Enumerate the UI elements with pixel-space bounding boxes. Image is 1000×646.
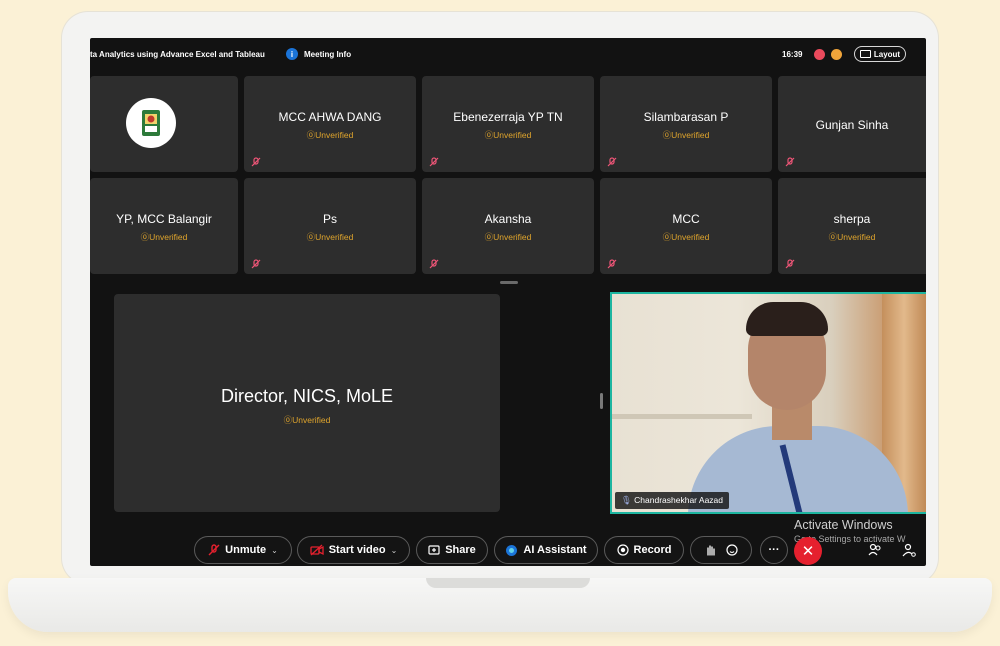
unmute-button[interactable]: Unmute ⌄ [194, 536, 292, 564]
meeting-clock: 16:39 [782, 50, 803, 59]
participant-video-tile[interactable]: 🎙 Chandrashekhar Aazad [610, 292, 926, 514]
share-label: Share [445, 544, 476, 556]
more-options-button[interactable]: ··· [760, 536, 788, 564]
participant-name: Gunjan Sinha [815, 118, 889, 132]
participants-icon[interactable] [866, 541, 884, 559]
participant-name: Ps [322, 212, 337, 226]
reactions-group[interactable] [690, 536, 752, 564]
participant-name: sherpa [833, 212, 871, 226]
active-speaker-status: ⓪Unverified [283, 415, 331, 425]
layout-label: Layout [873, 49, 901, 59]
more-options-label: ··· [768, 544, 780, 556]
participant-tile[interactable] [90, 76, 238, 172]
active-speaker-tile[interactable]: Director, NICS, MoLE ⓪Unverified [114, 294, 500, 512]
meeting-topbar: ta Analytics using Advance Excel and Tab… [90, 38, 926, 74]
meeting-window: ta Analytics using Advance Excel and Tab… [90, 38, 926, 566]
verification-status: ⓪Unverified [306, 232, 354, 242]
verification-status: ⓪Unverified [140, 232, 188, 242]
participant-tile[interactable]: Akansha ⓪Unverified [422, 178, 594, 274]
share-button[interactable]: Share [416, 536, 488, 564]
participant-name: Ebenezerraja YP TN [453, 110, 563, 124]
participant-tile[interactable]: Gunjan Sinha [778, 76, 926, 172]
active-speaker-name: Director, NICS, MoLE [220, 386, 394, 406]
meeting-info-icon[interactable]: i [286, 48, 298, 60]
participant-tile[interactable]: MCC AHWA DANG ⓪Unverified [244, 76, 416, 172]
chevron-down-icon[interactable]: ⌄ [271, 546, 278, 555]
layout-icon [859, 50, 871, 58]
grid-resize-handle[interactable] [500, 281, 518, 284]
unmute-label: Unmute [225, 544, 267, 556]
recording-indicator-icon[interactable] [814, 49, 825, 60]
mic-muted-icon [429, 259, 439, 269]
close-icon: ✕ [801, 543, 815, 560]
mic-muted-icon [429, 157, 439, 167]
ai-assistant-button[interactable]: AI Assistant [494, 536, 598, 564]
participant-tile[interactable]: Silambarasan P ⓪Unverified [600, 76, 772, 172]
verification-status: ⓪Unverified [306, 130, 354, 140]
laptop-notch [426, 578, 590, 588]
mic-muted-icon [607, 157, 617, 167]
organization-logo [126, 98, 176, 148]
activate-windows-title: Activate Windows [794, 518, 893, 532]
background-wall [612, 414, 752, 419]
participant-hair [746, 302, 828, 336]
video-off-icon [310, 544, 324, 556]
participant-name: MCC [672, 212, 700, 226]
mic-muted-icon [785, 157, 795, 167]
participant-tile[interactable]: Ebenezerraja YP TN ⓪Unverified [422, 76, 594, 172]
start-video-button[interactable]: Start video ⌄ [297, 536, 410, 564]
video-participant-name: 🎙 Chandrashekhar Aazad [615, 492, 730, 509]
share-screen-icon [428, 544, 440, 555]
participant-name: MCC AHWA DANG [278, 110, 382, 124]
layout-button[interactable]: Layout [854, 46, 906, 62]
participant-tile[interactable]: MCC ⓪Unverified [600, 178, 772, 274]
meeting-title: ta Analytics using Advance Excel and Tab… [90, 50, 265, 59]
raise-hand-icon[interactable] [705, 544, 716, 556]
video-participant-label: Chandrashekhar Aazad [634, 495, 724, 505]
record-icon [616, 544, 629, 556]
chevron-down-icon[interactable]: ⌄ [391, 546, 398, 555]
ai-assistant-label: AI Assistant [523, 544, 587, 556]
record-button[interactable]: Record [604, 536, 684, 564]
ai-assistant-icon [506, 544, 518, 556]
laptop-base [8, 578, 992, 632]
mic-muted-icon [785, 259, 795, 269]
mic-muted-icon [607, 259, 617, 269]
verification-status: ⓪Unverified [828, 232, 876, 242]
participant-tile[interactable]: Ps ⓪Unverified [244, 178, 416, 274]
alert-indicator-icon[interactable] [831, 49, 842, 60]
mic-muted-icon [251, 157, 261, 167]
meeting-info-button[interactable]: Meeting Info [304, 50, 351, 59]
start-video-label: Start video [328, 544, 386, 556]
mic-muted-icon [251, 259, 261, 269]
verification-status: ⓪Unverified [484, 130, 532, 140]
stage-resize-handle[interactable] [600, 393, 603, 409]
verification-status: ⓪Unverified [662, 130, 710, 140]
participant-name: YP, MCC Balangir [116, 212, 212, 226]
record-label: Record [633, 544, 672, 556]
participant-name: Silambarasan P [643, 110, 729, 124]
participant-name: Akansha [484, 212, 532, 226]
end-meeting-button[interactable]: ✕ [794, 537, 822, 565]
people-settings-icon[interactable] [900, 541, 918, 559]
mic-icon: 🎙 [621, 495, 632, 505]
verification-status: ⓪Unverified [484, 232, 532, 242]
mic-muted-icon [208, 544, 220, 556]
participant-tile[interactable]: sherpa ⓪Unverified [778, 178, 926, 274]
verification-status: ⓪Unverified [662, 232, 710, 242]
reaction-icon[interactable] [725, 544, 738, 556]
participant-tile[interactable]: YP, MCC Balangir ⓪Unverified [90, 178, 238, 274]
